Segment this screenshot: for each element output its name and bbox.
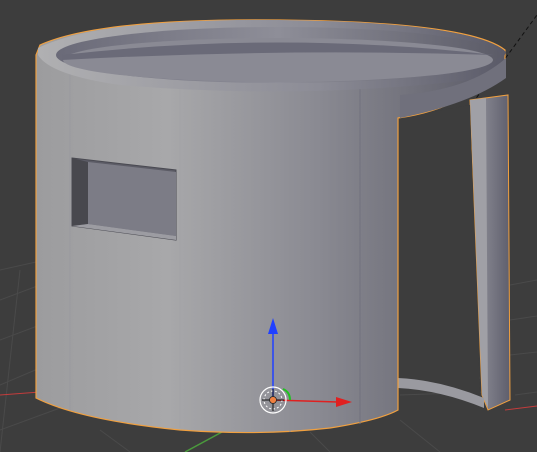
pivot-point-icon [269,396,277,404]
x-axis-line-right [504,405,537,411]
cylinder-back-strip [398,94,511,411]
window-cutout [71,157,177,241]
viewport-scene[interactable] [0,0,537,452]
y-axis-line [184,431,223,452]
3d-viewport[interactable] [0,0,537,452]
